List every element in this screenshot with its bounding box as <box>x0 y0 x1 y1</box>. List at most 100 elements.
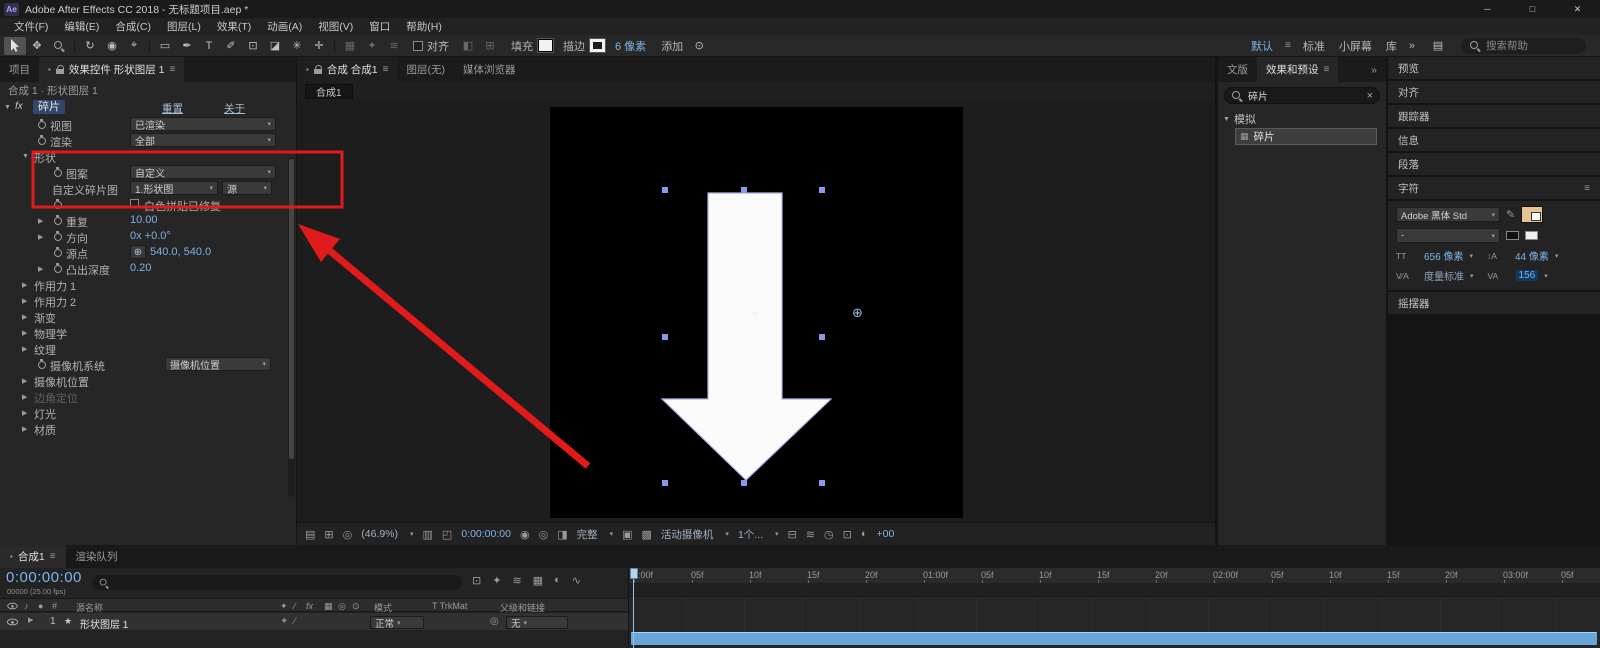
tab-project[interactable]: 项目 <box>0 57 39 82</box>
effect-group-row[interactable]: ▶ 渐变 <box>0 308 296 325</box>
tracking-value[interactable]: 156 ▾ <box>1515 270 1548 281</box>
current-time-indicator[interactable] <box>633 568 634 648</box>
current-time-indicator-handle[interactable] <box>630 568 638 579</box>
collapse-icon[interactable]: ▶ <box>22 345 34 353</box>
camera-view-dropdown[interactable]: 活动摄像机 <box>661 527 714 542</box>
tab-overflow-icon[interactable]: » <box>1362 57 1386 82</box>
time-ruler[interactable]: 0:00f 05f 10f 15f 20f 01:00f 05f 10f 15f 20f 02:00… <box>629 568 1600 583</box>
draft-3d-icon[interactable]: ✦ <box>492 574 501 587</box>
effect-group-row[interactable]: ▶ 灯光 <box>0 404 296 421</box>
collapse-icon[interactable]: ▶ <box>22 409 34 417</box>
type-tool-icon[interactable]: T <box>198 37 220 55</box>
fill-swatch[interactable] <box>538 39 553 52</box>
pen-tool-icon[interactable]: ✒ <box>176 37 198 55</box>
selection-handle[interactable] <box>662 187 668 193</box>
transparency-grid-icon[interactable]: ▩ <box>642 528 652 541</box>
menu-item[interactable]: 效果(T) <box>209 19 259 34</box>
layer-collapse-icon[interactable]: ▶ <box>28 616 33 624</box>
anchor-point-icon[interactable]: + <box>751 307 758 319</box>
panel-menu-icon[interactable]: ≡ <box>1584 183 1590 194</box>
camera-tool-icon[interactable]: ◉ <box>101 37 123 55</box>
collapsed-panel-header[interactable]: 对齐 <box>1388 81 1600 103</box>
selection-handle[interactable] <box>819 334 825 340</box>
collapse-icon[interactable]: ▶ <box>22 425 34 433</box>
puppet-pin-tool-icon[interactable]: ✛ <box>308 37 330 55</box>
stopwatch-icon[interactable] <box>52 230 63 241</box>
custom-map-dropdown[interactable]: 1.形状图 ▾ <box>130 181 218 196</box>
help-search-input[interactable] <box>1486 39 1578 52</box>
stopwatch-icon[interactable] <box>36 358 47 369</box>
fx-enable-icon[interactable]: fx <box>15 101 23 112</box>
effect-group-row[interactable]: ▶ 摄像机位置 <box>0 372 296 389</box>
collapse-icon[interactable]: ▼ <box>22 153 34 160</box>
character-panel-header[interactable]: 字符 ≡ <box>1388 177 1600 199</box>
stopwatch-icon[interactable] <box>52 262 63 273</box>
shy-layers-icon[interactable]: ≋ <box>512 574 521 587</box>
tab-secondary[interactable]: 文版 <box>1218 57 1257 82</box>
layer-visibility-icon[interactable] <box>6 618 19 626</box>
tab-render-queue[interactable]: 渲染队列 <box>66 545 128 568</box>
graph-editor-icon[interactable]: ∿ <box>572 574 581 587</box>
selection-tool[interactable] <box>4 36 26 55</box>
view-layout-dropdown[interactable]: 1个... <box>738 527 763 542</box>
collapse-icon[interactable]: ▶ <box>38 265 50 273</box>
font-style-dropdown[interactable]: - ▾ <box>1396 228 1500 243</box>
collapse-icon[interactable]: ▶ <box>38 217 50 225</box>
stroke-color-swatch[interactable] <box>1506 231 1519 240</box>
view-options-icon[interactable]: ▤ <box>305 528 315 541</box>
effect-group-row[interactable]: ▶ 材质 <box>0 420 296 437</box>
lock-icon[interactable] <box>313 65 323 74</box>
menu-item[interactable]: 窗口 <box>361 19 398 34</box>
roto-brush-tool-icon[interactable]: ✳ <box>286 37 308 55</box>
origin-crosshair-button[interactable]: ⊕ <box>130 245 146 259</box>
effect-group-row[interactable]: ▶ 物理学 <box>0 324 296 341</box>
roi-icon[interactable]: ▣ <box>622 528 632 541</box>
scrollbar-thumb[interactable] <box>289 159 294 459</box>
selection-handle[interactable] <box>741 187 747 193</box>
panel-menu-icon[interactable]: ≡ <box>170 64 176 75</box>
workspace-item[interactable]: 小屏幕 <box>1339 38 1372 54</box>
menu-item[interactable]: 帮助(H) <box>398 19 450 34</box>
exposure-value[interactable]: +00 <box>876 528 894 540</box>
panel-menu-icon[interactable]: ≡ <box>50 551 56 562</box>
workspace-overflow-icon[interactable]: » <box>1409 40 1415 52</box>
zoom-tool-icon[interactable] <box>48 37 70 55</box>
mask-visibility-icon[interactable]: ◎ <box>343 528 353 541</box>
effect-control-point-icon[interactable]: ⊕ <box>852 306 863 319</box>
fast-preview-icon[interactable]: ≋ <box>806 528 815 541</box>
current-timecode[interactable]: 0:00:00:00 <box>6 569 82 586</box>
menu-item[interactable]: 图层(L) <box>159 19 209 34</box>
add-button-icon[interactable]: ⊙ <box>688 37 710 55</box>
pattern-dropdown[interactable]: 自定义 ▾ <box>130 165 276 180</box>
menu-item[interactable]: 编辑(E) <box>56 19 107 34</box>
effect-group-row[interactable]: ▶ 边角定位 <box>0 388 296 405</box>
effects-category-simulation[interactable]: ▼ 模拟 <box>1223 111 1381 127</box>
source-dropdown[interactable]: 源 ▾ <box>222 181 272 196</box>
time-navigator[interactable] <box>629 583 1600 597</box>
effect-group-row[interactable]: ▶ 作用力 2 <box>0 292 296 309</box>
mini-flowchart-icon[interactable]: ⊡ <box>472 574 481 587</box>
workspace-item[interactable]: 标准 <box>1303 38 1325 54</box>
stroke-swatch[interactable] <box>590 39 605 52</box>
origin-value[interactable]: 540.0, 540.0 <box>150 246 211 258</box>
collapsed-panel-header[interactable]: 信息 <box>1388 129 1600 151</box>
clone-stamp-tool-icon[interactable]: ⊡ <box>242 37 264 55</box>
stroke-width-value[interactable]: 6 像素 <box>615 38 646 54</box>
clear-search-icon[interactable]: × <box>1367 90 1373 102</box>
camera-system-dropdown[interactable]: 摄像机位置 ▾ <box>165 357 271 372</box>
tab-effects-presets[interactable]: 效果和预设 ≡ <box>1257 57 1339 82</box>
track-lanes[interactable] <box>629 597 1600 632</box>
composition-chip[interactable]: 合成1 <box>305 83 353 99</box>
stopwatch-icon[interactable] <box>52 246 63 257</box>
workspace-panel-icon[interactable]: ▤ <box>1427 37 1449 55</box>
region-of-interest-icon[interactable]: ◰ <box>442 528 452 541</box>
stopwatch-icon[interactable] <box>52 166 63 177</box>
tab-timeline-comp[interactable]: ▪ 合成1 ≡ <box>0 545 66 568</box>
panel-menu-icon[interactable]: ≡ <box>1324 64 1330 75</box>
pickwhip-icon[interactable]: ◎ <box>490 616 499 627</box>
lock-icon[interactable] <box>55 65 65 74</box>
selection-handle[interactable] <box>662 480 668 486</box>
group-row-shape[interactable]: ▼ 形状 <box>0 148 296 166</box>
collapse-icon[interactable]: ▶ <box>38 233 50 241</box>
font-family-dropdown[interactable]: Adobe 黑体 Std ▾ <box>1396 207 1500 222</box>
